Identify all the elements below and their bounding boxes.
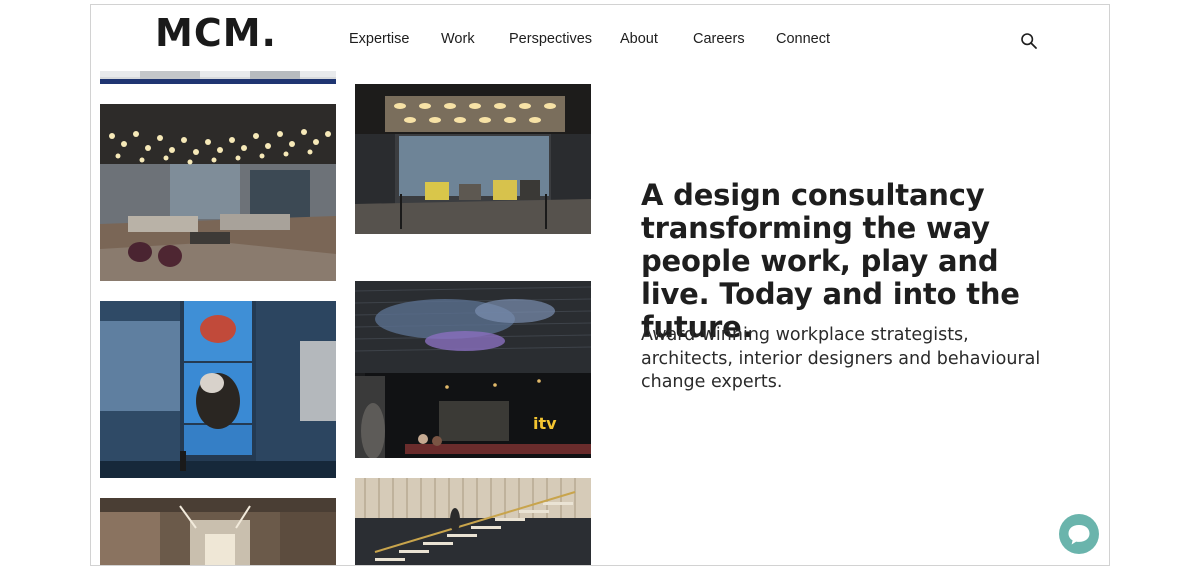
nav-item-perspectives[interactable]: Perspectives <box>509 31 592 47</box>
nav-item-expertise[interactable]: Expertise <box>349 31 409 47</box>
gallery-tile-staircase[interactable] <box>355 478 591 565</box>
nav-item-connect[interactable]: Connect <box>776 31 830 47</box>
browser-viewport: MCM. Expertise Work Perspectives About C… <box>90 4 1110 566</box>
hero-headline: A design consultancy transforming the wa… <box>641 178 1020 344</box>
nav-item-about[interactable]: About <box>620 31 658 47</box>
hero-subline: Award-winning workplace strategists, arc… <box>641 325 1041 392</box>
nav-item-careers[interactable]: Careers <box>693 31 745 47</box>
main-navigation: Expertise Work Perspectives About Career… <box>91 31 1109 51</box>
gallery-tile-office-strip[interactable] <box>100 71 336 84</box>
search-icon[interactable] <box>1020 32 1038 50</box>
gallery-tile-atrium-video-wall[interactable] <box>100 301 336 478</box>
gallery-tile-reception-lounge[interactable] <box>100 104 336 281</box>
gallery-tile-meeting-lounge[interactable] <box>355 84 591 234</box>
chat-bubble-icon[interactable] <box>1059 514 1099 554</box>
nav-item-work[interactable]: Work <box>441 31 475 47</box>
gallery-tile-itv-reception[interactable]: itv <box>355 281 591 458</box>
svg-text:itv: itv <box>533 414 557 433</box>
gallery-tile-timber-office[interactable] <box>100 498 336 565</box>
